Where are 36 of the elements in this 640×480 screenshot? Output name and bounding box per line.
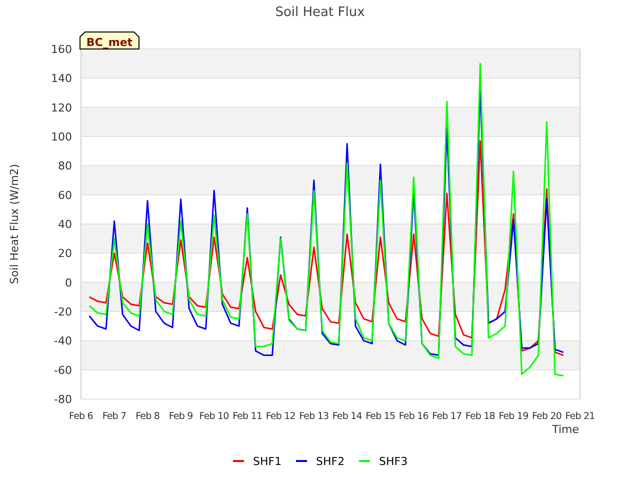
y-tick-label: 40 bbox=[58, 218, 72, 231]
x-axis-title: Time bbox=[552, 423, 579, 436]
y-tick-label: 140 bbox=[51, 72, 72, 86]
legend-label: SHF3 bbox=[379, 455, 408, 468]
x-tick-label: Feb 19 bbox=[498, 411, 528, 422]
x-tick-label: Feb 17 bbox=[432, 411, 462, 422]
chart-title: Soil Heat Flux bbox=[275, 5, 365, 20]
x-tick-label: Feb 15 bbox=[366, 411, 396, 422]
x-tick-label: Feb 12 bbox=[266, 411, 296, 422]
x-tick-label: Feb 16 bbox=[398, 411, 428, 422]
site-tag: BC_met bbox=[80, 32, 140, 50]
y-tick-label: 80 bbox=[58, 160, 72, 173]
y-tick-label: 100 bbox=[51, 130, 72, 144]
x-tick-label: Feb 18 bbox=[465, 411, 495, 422]
y-tick-label: -80 bbox=[54, 393, 72, 406]
legend-label: SHF2 bbox=[316, 455, 345, 468]
y-tick-label: -20 bbox=[54, 306, 72, 318]
y-tick-label: -40 bbox=[54, 334, 72, 348]
legend-label: SHF1 bbox=[253, 455, 282, 468]
x-tick-label: Feb 20 bbox=[532, 411, 562, 422]
y-tick-label: 120 bbox=[51, 101, 72, 114]
x-tick-label: Feb 21 bbox=[565, 411, 595, 422]
x-tick-label: Feb 14 bbox=[332, 411, 362, 422]
x-tick-label: Feb 13 bbox=[299, 411, 329, 422]
x-tick-label: Feb 10 bbox=[199, 411, 229, 422]
y-tick-label: 60 bbox=[58, 188, 72, 202]
y-tick-label: 20 bbox=[58, 247, 72, 260]
y-tick-label: 0 bbox=[65, 276, 72, 290]
x-tick-label: Feb 7 bbox=[102, 411, 126, 422]
y-axis-title: Soil Heat Flux (W/m2) bbox=[8, 164, 21, 284]
x-tick-label: Feb 8 bbox=[136, 411, 160, 422]
x-tick-label: Feb 11 bbox=[232, 411, 262, 422]
x-tick-label: Feb 6 bbox=[69, 411, 93, 422]
x-tick-label: Feb 9 bbox=[168, 411, 193, 422]
y-tick-label: 160 bbox=[51, 43, 72, 56]
y-tick-label: -60 bbox=[54, 364, 72, 377]
